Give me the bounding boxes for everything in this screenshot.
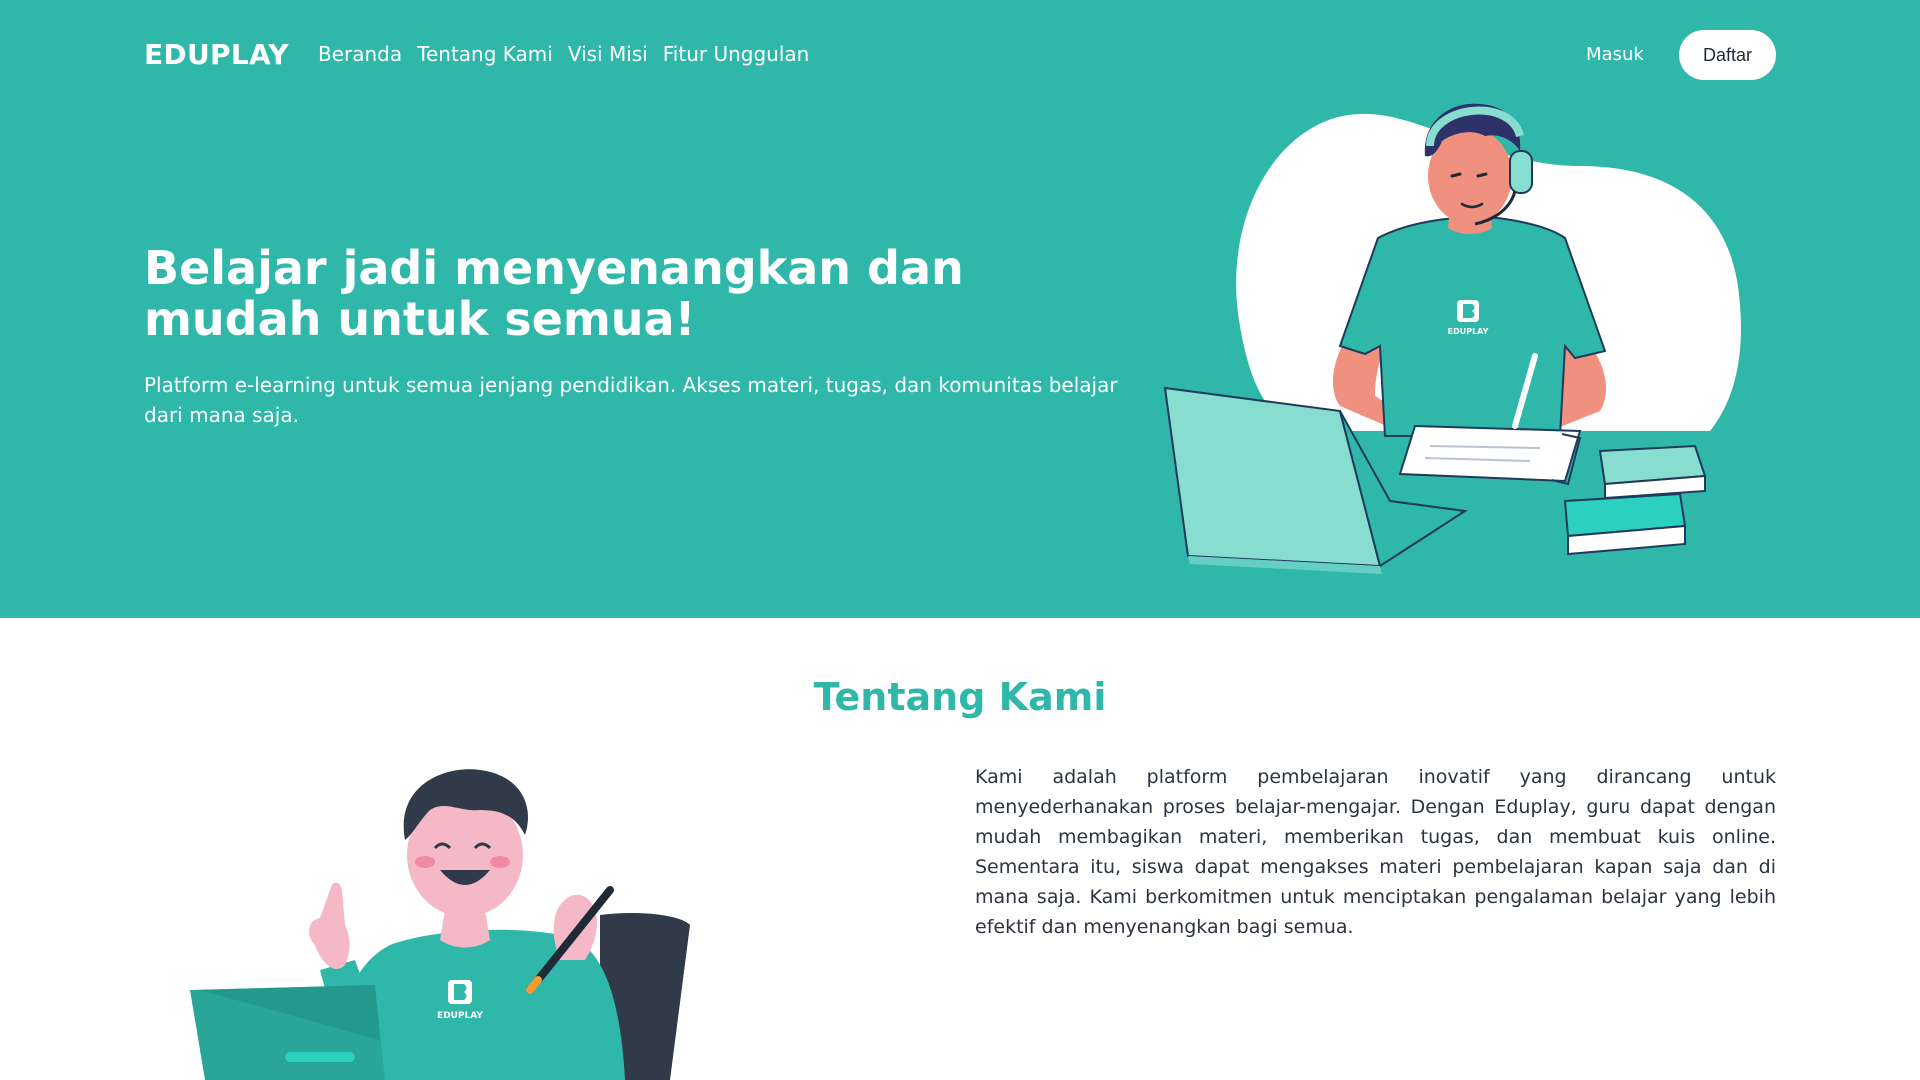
hero-section: EDUPLAY Beranda Tentang Kami Visi Misi F… [0,0,1920,618]
hero-subtitle: Platform e-learning untuk semua jenjang … [144,373,1118,427]
hero-title: Belajar jadi menyenangkan dan mudah untu… [144,241,964,346]
brand-logo[interactable]: EDUPLAY [144,38,289,71]
main-nav: Beranda Tentang Kami Visi Misi Fitur Ung… [318,42,809,66]
hero-shirt-logo: EDUPLAY [1448,327,1489,336]
student-with-headphones-illustration: EDUPLAY [1163,103,1741,574]
login-link[interactable]: Masuk [1586,44,1644,65]
student-thumbs-up-illustration: EDUPLAY [190,769,690,1080]
nav-tentang-kami[interactable]: Tentang Kami [417,42,553,66]
about-shirt-logo: EDUPLAY [437,1011,483,1021]
nav-beranda[interactable]: Beranda [318,42,402,66]
nav-visi-misi[interactable]: Visi Misi [568,42,648,66]
register-button[interactable]: Daftar [1679,30,1776,80]
nav-fitur-unggulan[interactable]: Fitur Unggulan [663,42,810,66]
about-description: Kami adalah platform pembelajaran inovat… [975,766,1776,938]
about-title: Tentang Kami [813,675,1107,719]
